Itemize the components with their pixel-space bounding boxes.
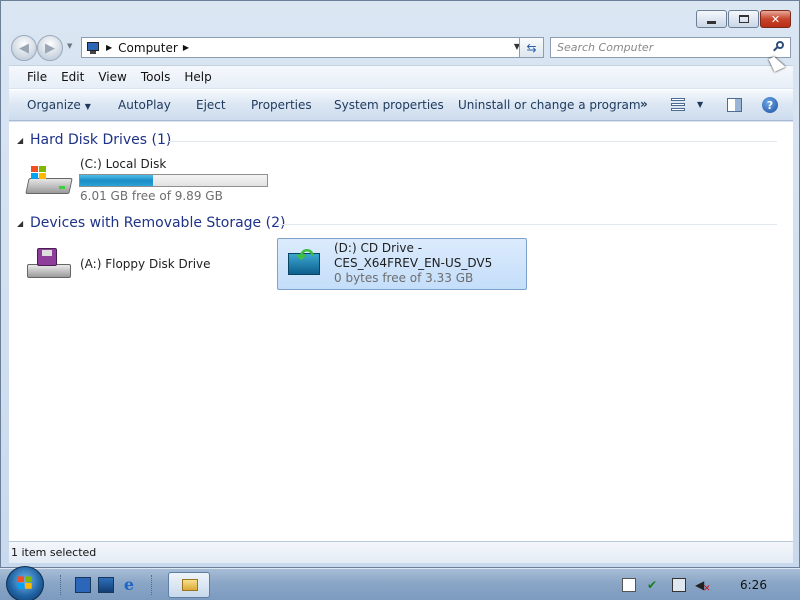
search-input[interactable] [557, 41, 767, 54]
minimize-button[interactable] [696, 10, 727, 28]
toolbar-grip[interactable] [60, 575, 63, 595]
organize-button[interactable]: Organize ▼ [27, 98, 91, 112]
switch-windows-icon[interactable] [98, 577, 114, 593]
toolbar-grip[interactable] [151, 575, 154, 595]
group-header-hard-disk-drives[interactable]: ◢ Hard Disk Drives (1) [9, 131, 785, 151]
forward-arrow-icon: ▶ [45, 40, 55, 56]
maximize-button[interactable] [728, 10, 759, 28]
search-box[interactable] [550, 37, 791, 58]
change-view-icon[interactable] [671, 98, 687, 112]
close-button[interactable]: ✕ [760, 10, 791, 28]
menu-help[interactable]: Help [184, 69, 211, 85]
collapse-triangle-icon[interactable]: ◢ [17, 219, 23, 228]
taskbar-explorer-button[interactable] [168, 572, 210, 598]
disk-usage-bar [79, 174, 268, 187]
properties-button[interactable]: Properties [251, 98, 312, 112]
volume-muted-icon[interactable]: ◀ ✕ [695, 578, 711, 594]
back-button[interactable]: ◀ [11, 35, 37, 61]
taskbar: e ✔ ◀ ✕ 6:26 [0, 566, 800, 600]
minimize-icon [707, 20, 716, 24]
cd-drive-icon: ↶ [284, 245, 324, 279]
breadcrumb-computer[interactable]: Computer [118, 41, 178, 55]
search-icon[interactable] [772, 41, 784, 53]
recent-pages-dropdown[interactable]: ▼ [67, 42, 72, 50]
drive-name: (C:) Local Disk [80, 157, 167, 171]
drive-free-space: 0 bytes free of 3.33 GB [334, 271, 474, 285]
group-title: Hard Disk Drives (1) [30, 132, 172, 148]
show-desktop-icon[interactable] [75, 577, 91, 593]
clock[interactable]: 6:26 [740, 578, 767, 592]
action-center-icon[interactable]: ✔ [647, 578, 661, 592]
drive-free-space: 6.01 GB free of 9.89 GB [80, 189, 223, 203]
menu-view[interactable]: View [98, 69, 126, 85]
close-icon: ✕ [770, 12, 781, 26]
group-divider [169, 141, 777, 142]
group-title: Devices with Removable Storage (2) [30, 215, 286, 231]
eject-button[interactable]: Eject [196, 98, 226, 112]
back-arrow-icon: ◀ [19, 40, 29, 56]
organize-label: Organize [27, 98, 81, 112]
folder-icon [182, 579, 198, 591]
drive-c-local-disk[interactable]: (C:) Local Disk 6.01 GB free of 9.89 GB [23, 154, 273, 206]
menu-edit[interactable]: Edit [61, 69, 84, 85]
maximize-icon [738, 15, 749, 23]
status-bar: 1 item selected [9, 541, 793, 563]
organize-dropdown-icon: ▼ [84, 102, 91, 111]
hard-drive-icon [25, 164, 75, 198]
explorer-window: ✕ ◀ ▶ ▼ ▶ Computer ▶ ▼ ⇆ File Edit View … [0, 0, 800, 568]
system-properties-button[interactable]: System properties [334, 98, 444, 112]
collapse-triangle-icon[interactable]: ◢ [17, 136, 23, 145]
command-bar: Organize ▼ AutoPlay Eject Properties Syst… [9, 89, 793, 121]
computer-icon [85, 41, 101, 55]
status-text: 1 item selected [11, 546, 97, 559]
uninstall-program-button[interactable]: Uninstall or change a program [458, 98, 641, 112]
refresh-button[interactable]: ⇆ [519, 37, 544, 58]
disk-usage-fill [80, 175, 153, 186]
drive-d-cd[interactable]: ↶ (D:) CD Drive - CES_X64FREV_EN-US_DV5 … [277, 238, 527, 290]
content-area: ◢ Hard Disk Drives (1) (C:) Local Disk 6… [9, 122, 793, 541]
windows-logo-icon [17, 576, 34, 591]
forward-button[interactable]: ▶ [37, 35, 63, 61]
menu-bar: File Edit View Tools Help [9, 65, 793, 88]
group-divider [277, 224, 777, 225]
start-button[interactable] [6, 566, 44, 600]
breadcrumb-arrow-icon[interactable]: ▶ [106, 43, 112, 52]
floppy-drive-icon [25, 248, 75, 282]
drive-a-floppy[interactable]: (A:) Floppy Disk Drive [23, 238, 273, 290]
autoplay-button[interactable]: AutoPlay [118, 98, 171, 112]
drive-name-line2: CES_X64FREV_EN-US_DV5 [334, 256, 493, 270]
tray-notification-icon[interactable] [622, 578, 636, 592]
group-header-removable-storage[interactable]: ◢ Devices with Removable Storage (2) [9, 214, 785, 234]
refresh-icon: ⇆ [526, 40, 537, 55]
drive-name-line1: (D:) CD Drive - [334, 241, 423, 255]
views-dropdown-icon[interactable]: ▼ [697, 100, 703, 109]
preview-pane-icon[interactable] [727, 98, 742, 112]
menu-tools[interactable]: Tools [141, 69, 171, 85]
more-commands-button[interactable]: » [640, 97, 648, 111]
help-icon[interactable]: ? [762, 97, 778, 113]
breadcrumb-arrow-icon[interactable]: ▶ [183, 43, 189, 52]
network-icon[interactable] [672, 578, 686, 592]
navigation-bar: ◀ ▶ ▼ ▶ Computer ▶ ▼ ⇆ [9, 34, 793, 61]
drive-name: (A:) Floppy Disk Drive [80, 257, 211, 271]
window-controls: ✕ [696, 10, 791, 28]
internet-explorer-icon[interactable]: e [121, 577, 137, 593]
menu-file[interactable]: File [27, 69, 47, 85]
address-bar[interactable]: ▶ Computer ▶ ▼ [81, 37, 527, 58]
